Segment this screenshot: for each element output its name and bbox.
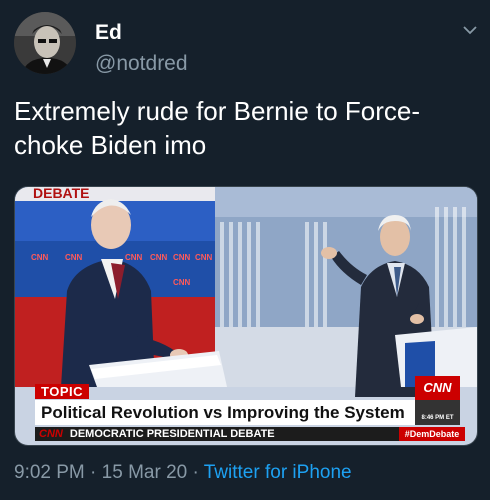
tweet-source-link[interactable]: Twitter for iPhone xyxy=(204,462,352,483)
podium-logo: CNN xyxy=(173,253,191,262)
avatar[interactable] xyxy=(14,12,76,74)
ticker-text: DEMOCRATIC PRESIDENTIAL DEBATE xyxy=(69,428,275,440)
author-handle[interactable]: @notdred xyxy=(95,52,188,76)
network-logo: CNN xyxy=(415,376,460,400)
podium-logo: CNN xyxy=(65,253,83,262)
backdrop-text: DEBATE xyxy=(33,187,90,201)
hashtag-badge: #DemDebate xyxy=(399,427,465,441)
chevron-down-icon[interactable] xyxy=(462,24,478,36)
author-name[interactable]: Ed xyxy=(95,21,122,45)
avatar-image xyxy=(14,12,76,74)
topic-label: TOPIC xyxy=(35,384,89,399)
tweet-media[interactable]: DEBATE CNN CNN CNN CNN CNN CNN CNN TOPIC… xyxy=(14,186,478,446)
meta-separator: · xyxy=(84,462,102,483)
podium-logo: CNN xyxy=(150,253,168,262)
podium-logo: CNN xyxy=(125,253,143,262)
podium-logo: CNN xyxy=(173,278,191,287)
tweet-header: Ed @notdred xyxy=(14,12,480,75)
chyron-ticker: CNN DEMOCRATIC PRESIDENTIAL DEBATE xyxy=(35,427,419,441)
tweet-time[interactable]: 9:02 PM xyxy=(14,462,85,483)
broadcast-time: 8:46 PM ET xyxy=(415,400,460,425)
ticker-logo: CNN xyxy=(39,428,63,440)
meta-separator: · xyxy=(187,462,204,483)
chyron-headline: Political Revolution vs Improving the Sy… xyxy=(35,400,421,425)
podium-logo: CNN xyxy=(195,253,213,262)
tweet-meta: 9:02 PM · 15 Mar 20 · Twitter for iPhone xyxy=(14,462,352,484)
tweet-date[interactable]: 15 Mar 20 xyxy=(102,462,188,483)
tweet-text: Extremely rude for Bernie to Force-choke… xyxy=(14,96,421,160)
podium-logo: CNN xyxy=(31,253,49,262)
